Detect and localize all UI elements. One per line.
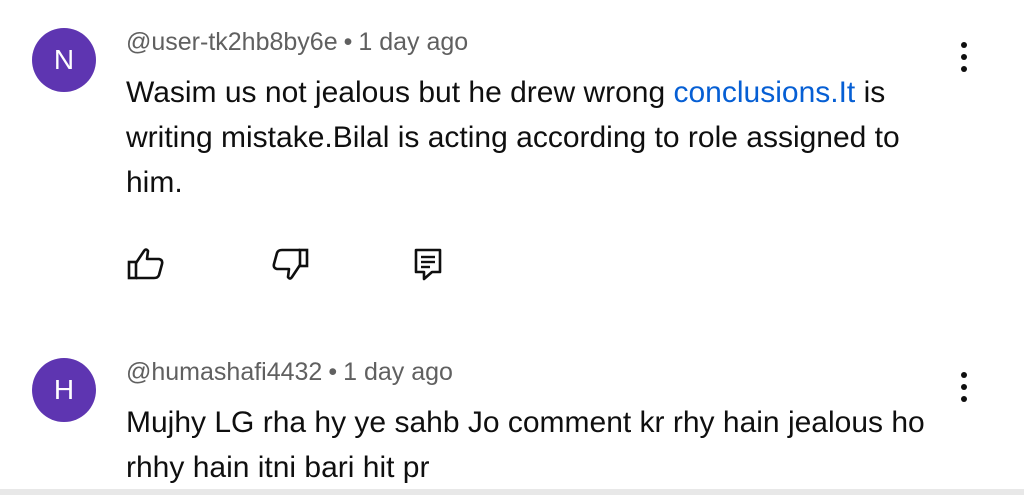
meta-separator: •	[343, 28, 353, 56]
avatar[interactable]: H	[32, 358, 96, 422]
comment-timestamp[interactable]: 1 day ago	[343, 358, 453, 386]
comment-timestamp[interactable]: 1 day ago	[358, 28, 468, 56]
comment-author-handle[interactable]: @user-tk2hb8by6e	[126, 28, 338, 56]
comment-item: H @humashafi4432 • 1 day ago Mujhy LG rha …	[0, 330, 1024, 495]
thumbs-up-icon	[127, 248, 164, 280]
comment-text-part: Wasim us not jealous but he drew wrong	[126, 76, 674, 109]
more-vertical-icon-dot	[961, 66, 967, 72]
comment-author-handle[interactable]: @humashafi4432	[126, 358, 322, 386]
more-options-button[interactable]	[952, 42, 976, 82]
comment-actions	[126, 244, 466, 284]
comment-text: Mujhy LG rha hy ye sahb Jo comment kr rh…	[126, 406, 925, 484]
thumbs-down-icon	[272, 248, 309, 280]
more-vertical-icon-dot	[961, 396, 967, 402]
reply-button[interactable]	[408, 244, 448, 284]
bottom-divider	[0, 489, 1024, 495]
comment-link[interactable]: conclusions.It	[674, 76, 856, 109]
avatar[interactable]: N	[32, 28, 96, 92]
meta-separator: •	[328, 358, 338, 386]
like-button[interactable]	[126, 244, 166, 284]
more-vertical-icon	[961, 42, 967, 48]
comment-meta: @user-tk2hb8by6e • 1 day ago	[126, 28, 468, 57]
comment-icon	[414, 248, 442, 281]
more-options-button[interactable]	[952, 372, 976, 412]
more-vertical-icon-dot	[961, 54, 967, 60]
comment-text: Wasim us not jealous but he drew wrong c…	[126, 70, 956, 205]
comment-meta: @humashafi4432 • 1 day ago	[126, 358, 453, 387]
more-vertical-icon	[961, 372, 967, 378]
dislike-button[interactable]	[270, 244, 310, 284]
more-vertical-icon-dot	[961, 384, 967, 390]
comment-item: N @user-tk2hb8by6e • 1 day ago Wasim us no…	[0, 0, 1024, 330]
